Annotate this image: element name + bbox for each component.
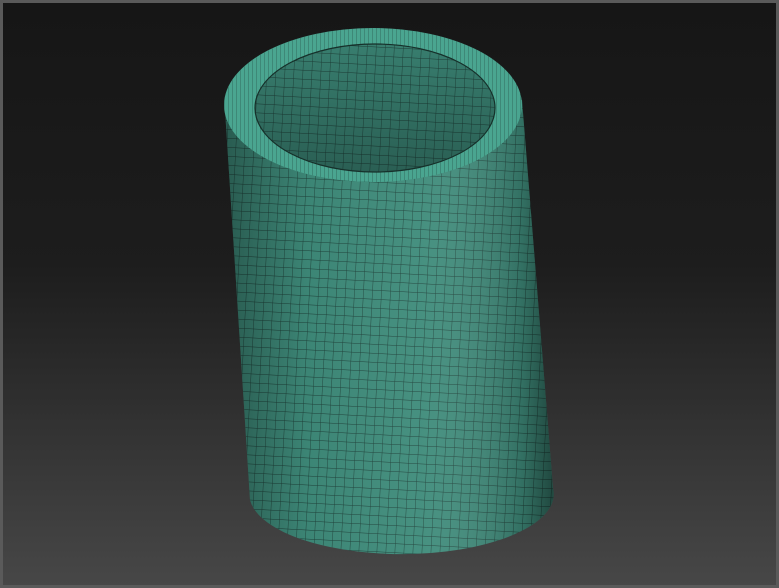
viewport-canvas[interactable]: [3, 3, 776, 585]
3d-viewport[interactable]: [0, 0, 779, 588]
